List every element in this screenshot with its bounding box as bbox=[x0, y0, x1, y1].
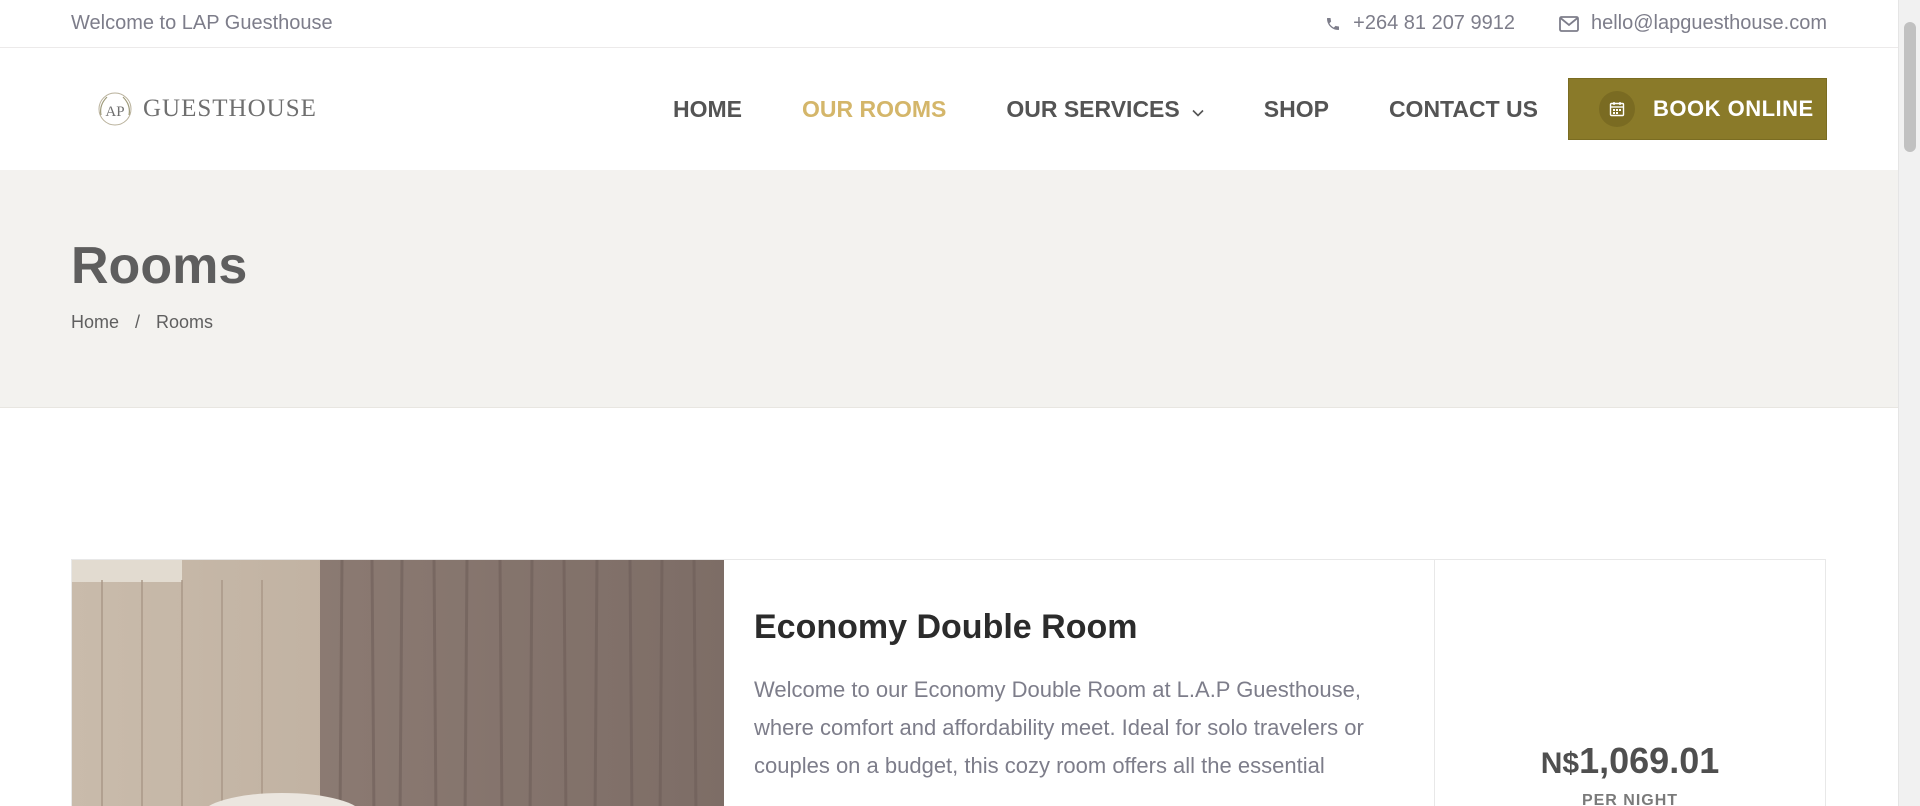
chevron-down-icon bbox=[1192, 96, 1204, 123]
topbar: Welcome to LAP Guesthouse +264 81 207 99… bbox=[0, 0, 1898, 48]
nav-home-label: HOME bbox=[672, 95, 742, 122]
breadcrumb-home[interactable]: Home bbox=[71, 312, 119, 333]
topbar-contacts: +264 81 207 9912 hello@lapguesthouse.com bbox=[1325, 12, 1827, 35]
nav-contact-us[interactable]: CONTACT US bbox=[1389, 96, 1538, 123]
nav-our-services-label: OUR SERVICES bbox=[1006, 95, 1180, 122]
room-info: Economy Double Room Welcome to our Econo… bbox=[724, 560, 1435, 806]
phone-number: +264 81 207 9912 bbox=[1353, 12, 1515, 34]
page: Welcome to LAP Guesthouse +264 81 207 99… bbox=[0, 0, 1898, 806]
nav-our-rooms[interactable]: OUR ROOMS bbox=[802, 96, 946, 123]
room-price-panel: N$1,069.01 PER NIGHT bbox=[1435, 560, 1825, 806]
main-nav: HOME OUR ROOMS OUR SERVICES SHOP CONTACT… bbox=[613, 78, 1827, 140]
room-title[interactable]: Economy Double Room bbox=[754, 608, 1404, 647]
room-description: Welcome to our Economy Double Room at L.… bbox=[754, 677, 1364, 778]
nav-home[interactable]: HOME bbox=[673, 96, 742, 123]
email-contact[interactable]: hello@lapguesthouse.com bbox=[1559, 12, 1827, 35]
book-online-button[interactable]: BOOK ONLINE bbox=[1568, 78, 1827, 140]
welcome-text: Welcome to LAP Guesthouse bbox=[71, 12, 333, 34]
nav-shop[interactable]: SHOP bbox=[1264, 96, 1329, 123]
nav-shop-label: SHOP bbox=[1263, 95, 1329, 122]
breadcrumb-separator: / bbox=[135, 312, 141, 332]
price-amount: 1,069.01 bbox=[1579, 740, 1720, 781]
phone-contact[interactable]: +264 81 207 9912 bbox=[1325, 12, 1515, 35]
room-price: N$1,069.01 bbox=[1435, 740, 1825, 782]
room-card: Economy Double Room Welcome to our Econo… bbox=[71, 559, 1826, 806]
calendar-icon bbox=[1599, 91, 1635, 127]
per-night-label: PER NIGHT bbox=[1581, 792, 1679, 806]
page-hero: Rooms Home / Rooms bbox=[0, 170, 1898, 408]
phone-icon bbox=[1325, 16, 1341, 32]
logo-text: GUESTHOUSE bbox=[143, 95, 317, 122]
breadcrumb-current: Rooms bbox=[156, 312, 214, 332]
room-photo[interactable] bbox=[72, 560, 724, 806]
page-title: Rooms bbox=[71, 237, 248, 295]
email-address: hello@lapguesthouse.com bbox=[1590, 12, 1827, 34]
main-header: AP GUESTHOUSE HOME OUR ROOMS OUR SERVICE… bbox=[0, 48, 1898, 170]
site-logo[interactable]: AP GUESTHOUSE bbox=[95, 89, 317, 129]
svg-text:AP: AP bbox=[105, 104, 124, 120]
envelope-icon bbox=[1559, 15, 1579, 32]
scrollbar-thumb[interactable] bbox=[1904, 22, 1916, 152]
logo-monogram-icon: AP bbox=[95, 89, 135, 129]
breadcrumb: Home / Rooms bbox=[71, 312, 1827, 333]
nav-our-rooms-label: OUR ROOMS bbox=[801, 95, 947, 122]
nav-our-services[interactable]: OUR SERVICES bbox=[1006, 95, 1204, 123]
book-online-label: BOOK ONLINE bbox=[1653, 96, 1814, 121]
price-currency: N$ bbox=[1540, 747, 1580, 780]
nav-contact-us-label: CONTACT US bbox=[1388, 95, 1538, 122]
page-scrollbar[interactable] bbox=[1898, 0, 1920, 806]
